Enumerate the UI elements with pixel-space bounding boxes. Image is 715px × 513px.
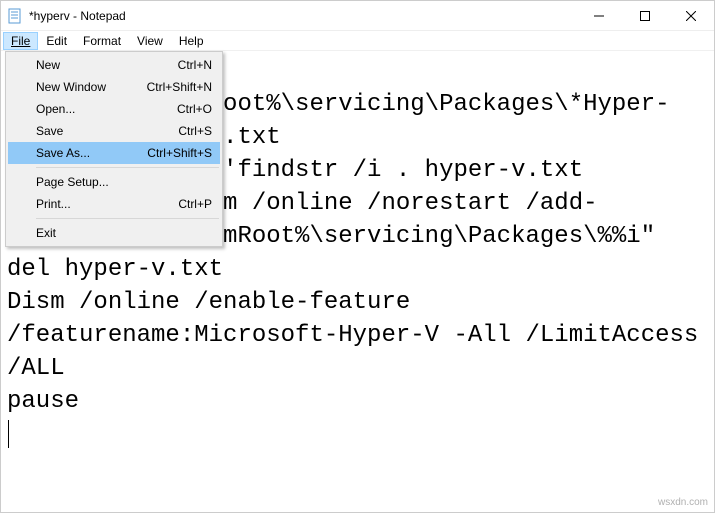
menu-item-save-as[interactable]: Save As... Ctrl+Shift+S [8,142,220,164]
titlebar: *hyperv - Notepad [1,1,714,31]
window-title: *hyperv - Notepad [29,9,576,23]
close-button[interactable] [668,1,714,31]
watermark: wsxdn.com [658,497,708,508]
menu-item-exit[interactable]: Exit [8,222,220,244]
menu-separator [36,167,219,168]
menu-file[interactable]: File [3,32,38,50]
menu-edit[interactable]: Edit [38,32,75,50]
text-caret [8,420,9,448]
notepad-app-icon [7,8,23,24]
menu-item-new[interactable]: New Ctrl+N [8,54,220,76]
menu-item-page-setup[interactable]: Page Setup... [8,171,220,193]
menu-help[interactable]: Help [171,32,212,50]
menu-item-save[interactable]: Save Ctrl+S [8,120,220,142]
menu-item-new-window[interactable]: New Window Ctrl+Shift+N [8,76,220,98]
menu-view[interactable]: View [129,32,171,50]
file-dropdown-menu: New Ctrl+N New Window Ctrl+Shift+N Open.… [5,51,223,247]
menu-item-print[interactable]: Print... Ctrl+P [8,193,220,215]
menubar: File Edit Format View Help [1,31,714,51]
menu-item-open[interactable]: Open... Ctrl+O [8,98,220,120]
maximize-button[interactable] [622,1,668,31]
menu-separator [36,218,219,219]
menu-format[interactable]: Format [75,32,129,50]
minimize-button[interactable] [576,1,622,31]
